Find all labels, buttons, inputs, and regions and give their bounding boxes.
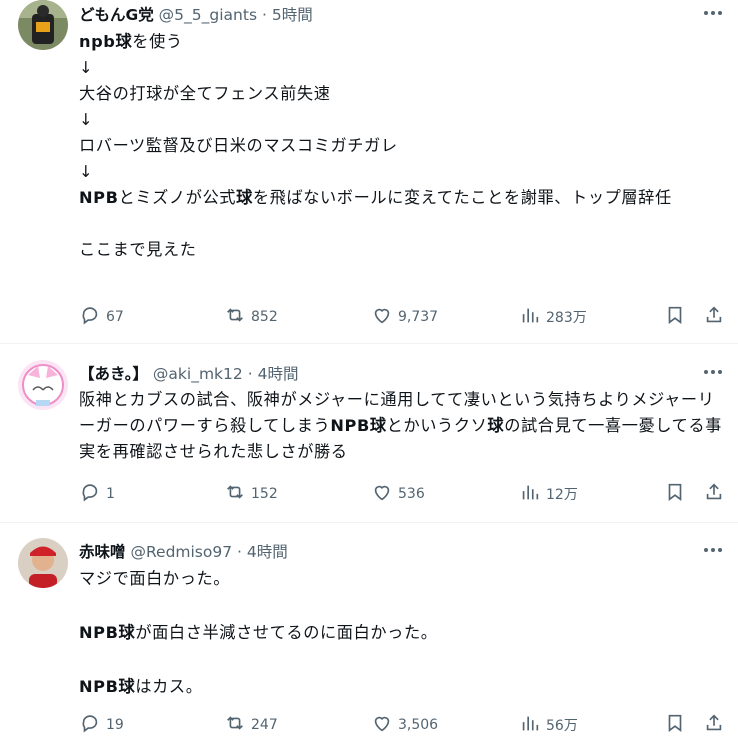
bookmark-icon (664, 712, 686, 738)
views-button[interactable]: 56万 (519, 712, 578, 738)
user-handle[interactable]: @aki_mk12 (153, 365, 243, 383)
reply-icon (79, 304, 101, 330)
text-line: ↓ (79, 162, 94, 181)
like-icon (371, 304, 393, 330)
views-icon (519, 481, 541, 507)
separator-dot: · (261, 6, 267, 24)
reply-count: 1 (106, 486, 115, 502)
share-icon (703, 304, 725, 330)
tweet[interactable]: どもんG党 @5_5_giants · 5時間 npb球を使う ↓ 大谷の打球が… (0, 0, 738, 343)
reply-button[interactable]: 67 (79, 304, 124, 330)
text-line: ロバーツ監督及び日米のマスコミガチガレ (79, 136, 398, 155)
reply-count: 19 (106, 717, 124, 733)
avatar[interactable] (18, 360, 68, 410)
tweet-header: 【あき。】 @aki_mk12 · 4時間 (79, 362, 298, 384)
tweet-header: 赤味噌 @Redmiso97 · 4時間 (79, 540, 288, 562)
bookmark-button[interactable] (664, 481, 686, 507)
text-line (79, 646, 729, 673)
user-handle[interactable]: @5_5_giants (159, 6, 257, 24)
retweet-button[interactable]: 152 (224, 481, 278, 507)
share-button[interactable] (703, 481, 725, 507)
retweet-icon (224, 304, 246, 330)
avatar[interactable] (18, 0, 68, 50)
like-button[interactable]: 9,737 (371, 304, 438, 330)
more-icon[interactable] (702, 2, 724, 24)
views-count: 56万 (546, 718, 578, 734)
text-line: ↓ (79, 110, 94, 129)
reply-button[interactable]: 1 (79, 481, 115, 507)
display-name[interactable]: 【あき。】 (79, 365, 148, 383)
bookmark-icon (664, 304, 686, 330)
reply-icon (79, 712, 101, 738)
bookmark-icon (664, 481, 686, 507)
text-line: NPB球はカス。 (79, 677, 203, 696)
like-count: 3,506 (398, 717, 439, 733)
action-bar: 1 152 536 12万 (0, 481, 738, 507)
display-name[interactable]: どもんG党 (79, 6, 154, 24)
share-icon (703, 481, 725, 507)
text-line: マジで面白かった。 (79, 569, 231, 588)
tweet[interactable]: 【あき。】 @aki_mk12 · 4時間 阪神とカブスの試合、阪神がメジャーに… (0, 344, 738, 522)
more-icon[interactable] (702, 539, 724, 561)
retweet-count: 852 (251, 309, 278, 325)
text-line: ↓ (79, 58, 94, 77)
user-handle[interactable]: @Redmiso97 (130, 543, 232, 561)
retweet-icon (224, 712, 246, 738)
more-icon[interactable] (702, 361, 724, 383)
timestamp[interactable]: 4時間 (258, 365, 299, 383)
reply-button[interactable]: 19 (79, 712, 124, 738)
tweet-feed: どもんG党 @5_5_giants · 5時間 npb球を使う ↓ 大谷の打球が… (0, 0, 738, 754)
action-bar: 67 852 9,737 283万 (0, 304, 738, 330)
bookmark-button[interactable] (664, 712, 686, 738)
reply-count: 67 (106, 309, 124, 325)
share-icon (703, 712, 725, 738)
views-button[interactable]: 12万 (519, 481, 578, 507)
retweet-button[interactable]: 247 (224, 712, 278, 738)
text-line (79, 211, 729, 237)
timestamp[interactable]: 5時間 (272, 6, 313, 24)
reply-icon (79, 481, 101, 507)
views-icon (519, 304, 541, 330)
separator-dot: · (237, 543, 242, 561)
like-count: 9,737 (398, 309, 439, 325)
tweet-text: npb球を使う ↓ 大谷の打球が全てフェンス前失速 ↓ ロバーツ監督及び日米のマ… (79, 29, 729, 263)
share-button[interactable] (703, 304, 725, 330)
separator-dot: · (247, 365, 253, 383)
text-line: NPB球が面白さ半減させてるのに面白かった。 (79, 623, 438, 642)
action-bar: 19 247 3,506 56万 (0, 712, 738, 738)
text-line (79, 592, 729, 619)
retweet-count: 247 (251, 717, 278, 733)
avatar[interactable] (18, 538, 68, 588)
views-count: 283万 (546, 310, 587, 326)
tweet-text: 阪神とカブスの試合、阪神がメジャーに通用してて凄いという気持ちよりメジャーリーガ… (79, 387, 729, 465)
like-button[interactable]: 536 (371, 481, 425, 507)
text-line: 大谷の打球が全てフェンス前失速 (79, 84, 331, 103)
text-line: NPBとミズノが公式球を飛ばないボールに変えてたことを謝罪、トップ層辞任 (79, 188, 672, 207)
share-button[interactable] (703, 712, 725, 738)
retweet-count: 152 (251, 486, 278, 502)
views-icon (519, 712, 541, 738)
tweet[interactable]: 赤味噌 @Redmiso97 · 4時間 マジで面白かった。 NPB球が面白さ半… (0, 523, 738, 754)
like-icon (371, 481, 393, 507)
bookmark-button[interactable] (664, 304, 686, 330)
views-count: 12万 (546, 487, 578, 503)
text-line: npb球を使う (79, 32, 183, 51)
text-line: 阪神とカブスの試合、阪神がメジャーに通用してて凄いという気持ちよりメジャーリーガ… (79, 390, 722, 461)
timestamp[interactable]: 4時間 (247, 543, 288, 561)
like-count: 536 (398, 486, 425, 502)
views-button[interactable]: 283万 (519, 304, 587, 330)
retweet-button[interactable]: 852 (224, 304, 278, 330)
like-icon (371, 712, 393, 738)
retweet-icon (224, 481, 246, 507)
display-name[interactable]: 赤味噌 (79, 543, 126, 561)
tweet-text: マジで面白かった。 NPB球が面白さ半減させてるのに面白かった。 NPB球はカス… (79, 565, 729, 700)
text-line: ここまで見えた (79, 240, 197, 259)
like-button[interactable]: 3,506 (371, 712, 438, 738)
tweet-header: どもんG党 @5_5_giants · 5時間 (79, 3, 313, 25)
